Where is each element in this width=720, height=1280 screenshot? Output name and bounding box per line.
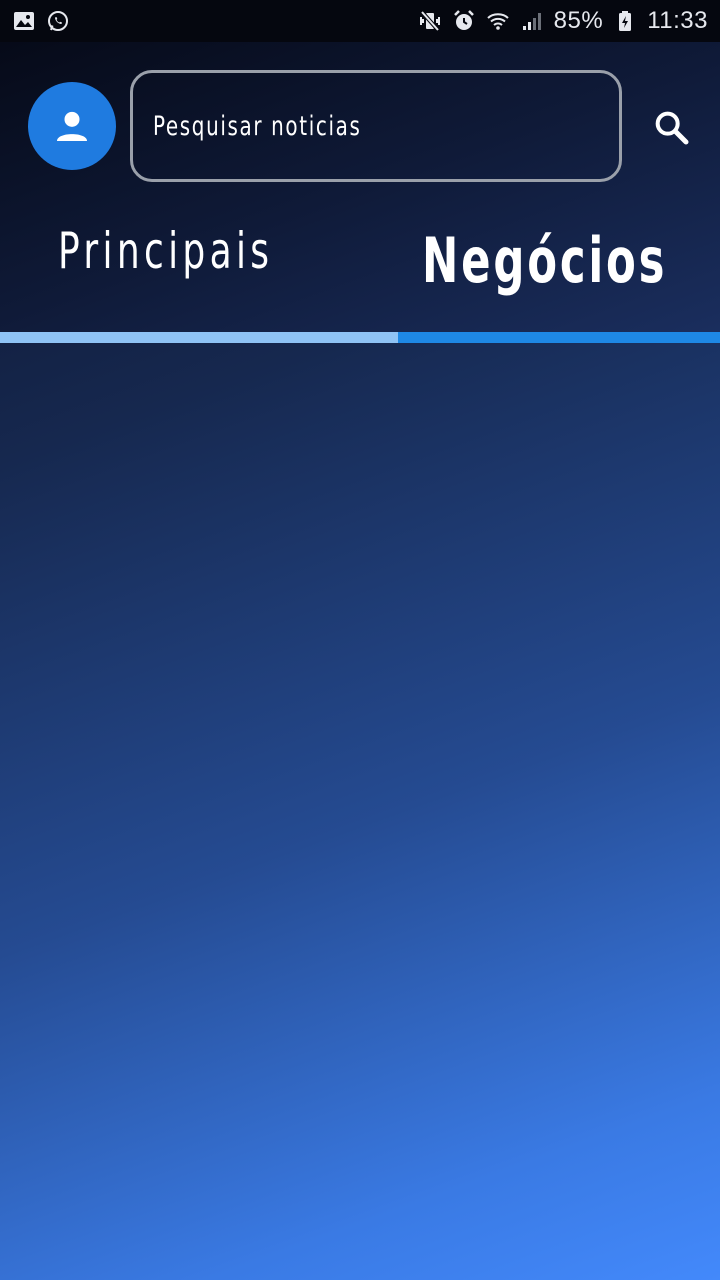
search-button[interactable] — [648, 104, 694, 150]
tab-indicator-principais — [0, 332, 398, 343]
mute-vibrate-icon — [418, 9, 442, 33]
tab-negocios[interactable]: Negócios — [422, 224, 667, 297]
person-icon — [57, 111, 87, 141]
search-icon — [655, 111, 689, 145]
app-header: Pesquisar noticias Principais Negócios — [0, 42, 720, 332]
status-bar-left — [12, 9, 70, 33]
tab-principais[interactable]: Principais — [58, 222, 273, 280]
image-icon — [12, 9, 36, 33]
battery-charging-icon — [613, 9, 637, 33]
news-content-area — [0, 343, 720, 1280]
alarm-icon — [452, 9, 476, 33]
profile-avatar-button[interactable] — [28, 82, 116, 170]
search-input[interactable]: Pesquisar noticias — [130, 70, 622, 182]
tab-indicator — [0, 332, 720, 343]
search-placeholder: Pesquisar noticias — [153, 110, 362, 142]
wifi-icon — [486, 9, 510, 33]
signal-icon — [520, 9, 544, 33]
whatsapp-icon — [46, 9, 70, 33]
status-bar: 85% 11:33 — [0, 0, 720, 42]
tab-indicator-negocios — [398, 332, 720, 343]
status-bar-right: 85% 11:33 — [418, 7, 708, 35]
clock: 11:33 — [647, 7, 708, 34]
battery-percent: 85% — [553, 7, 604, 34]
